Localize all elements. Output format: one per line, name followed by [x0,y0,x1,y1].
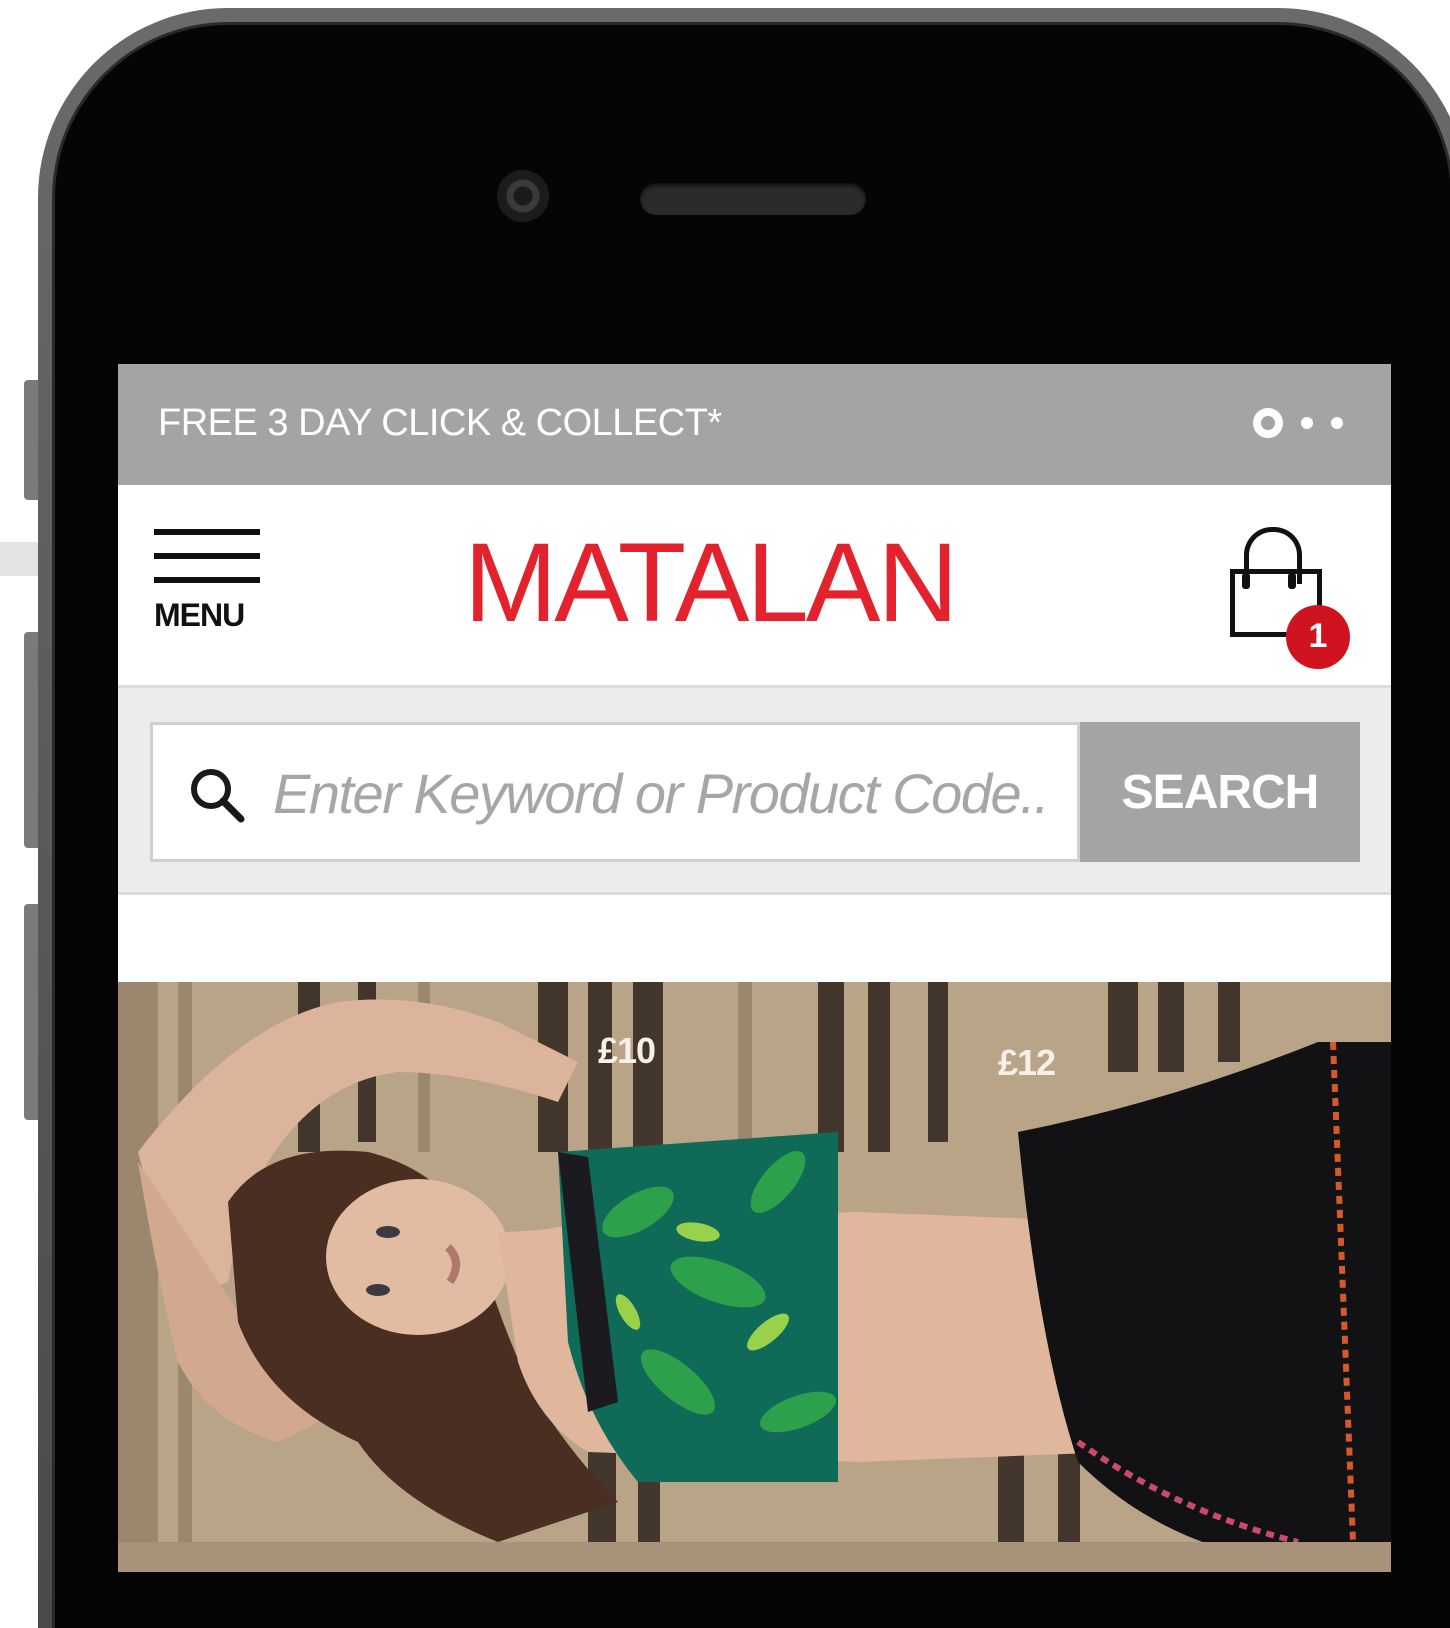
menu-icon-line [154,553,260,559]
promo-banner[interactable]: FREE 3 DAY CLICK & COLLECT* [118,364,1391,485]
search-bar: SEARCH [118,685,1391,895]
promo-text: FREE 3 DAY CLICK & COLLECT* [158,402,722,444]
menu-icon-line [154,577,260,583]
phone-mute-switch [24,380,38,500]
carousel-dot-active[interactable] [1253,408,1283,438]
carousel-dots-icon[interactable] [1253,408,1343,438]
hero-banner[interactable]: £10 £12 [118,982,1391,1572]
price-tag: £12 [998,1042,1056,1084]
search-field[interactable] [150,722,1080,862]
earpiece-speaker [640,183,866,215]
phone-volume-down-button [24,904,38,1120]
menu-button[interactable]: MENU [154,529,260,637]
carousel-dot[interactable] [1331,417,1343,429]
search-icon [191,769,245,823]
price-tag: £10 [598,1030,656,1072]
menu-label: MENU [154,597,245,633]
bag-icon-stud [1288,573,1296,589]
menu-icon [154,529,260,535]
phone-screen: FREE 3 DAY CLICK & COLLECT* MENU MATALAN… [118,364,1391,1572]
search-button[interactable]: SEARCH [1080,722,1360,862]
front-camera [497,170,549,222]
phone-volume-up-button [24,632,38,848]
price-tag-value: £12 [998,1042,1056,1083]
bag-icon-stud [1242,573,1250,589]
shopping-bag-button[interactable]: 1 [1226,523,1356,669]
background-divider [0,542,40,576]
price-tag-value: £10 [598,1030,656,1071]
site-header: MENU MATALAN 1 [118,485,1391,685]
bag-count-badge: 1 [1286,605,1350,669]
hero-image [118,982,1391,1572]
search-input[interactable] [271,725,1075,861]
brand-logo[interactable]: MATALAN [464,527,958,639]
carousel-dot[interactable] [1301,417,1313,429]
